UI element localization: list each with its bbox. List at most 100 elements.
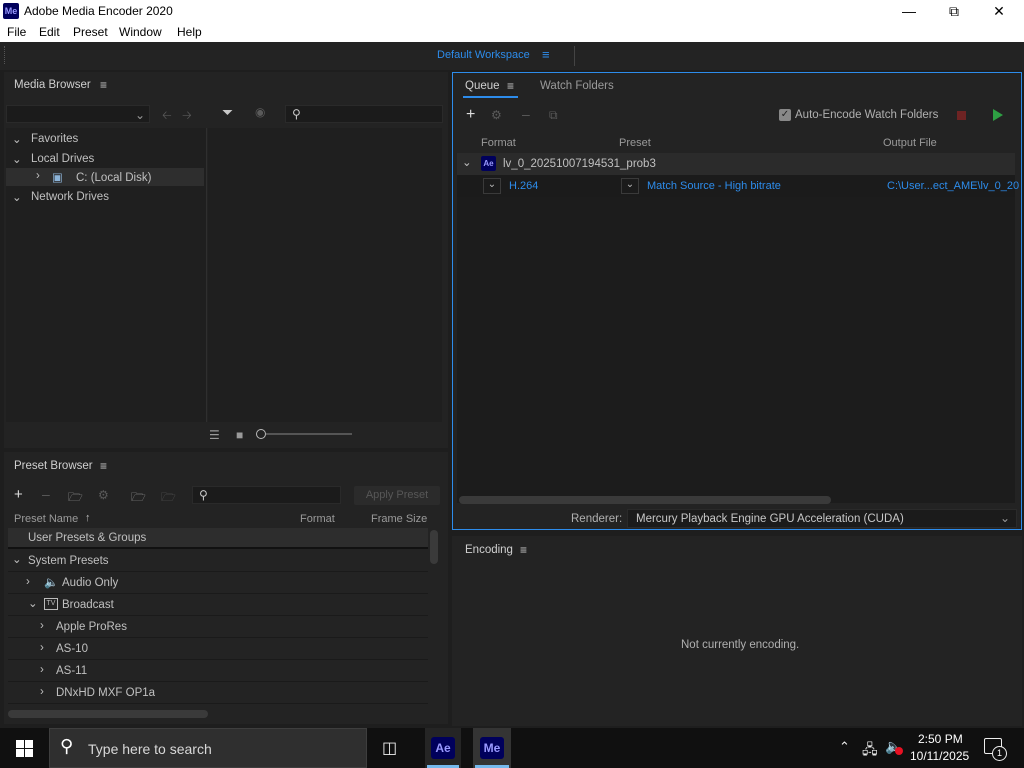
chevron-right-icon[interactable]: › xyxy=(36,170,40,182)
chevron-down-icon[interactable]: ⌄ xyxy=(28,596,38,610)
list-view-icon[interactable]: ☰ xyxy=(209,428,220,442)
media-content-area xyxy=(208,128,442,422)
clock-date[interactable]: 10/11/2025 xyxy=(910,749,969,763)
search-icon: ⚲ xyxy=(292,107,301,121)
queue-item-output-row[interactable]: ⌄ H.264 ⌄ Match Source - High bitrate C:… xyxy=(457,175,1019,197)
horizontal-scrollbar[interactable] xyxy=(8,710,208,718)
chevron-up-icon[interactable]: ⌃ xyxy=(839,739,850,755)
menu-help[interactable]: Help xyxy=(177,25,202,39)
remove-item-icon[interactable]: – xyxy=(522,106,530,122)
tree-favorites[interactable]: Favorites xyxy=(31,133,78,145)
preset-settings-icon[interactable]: ⚙ xyxy=(98,488,109,502)
tree-local-disk[interactable]: C: (Local Disk) xyxy=(76,172,151,184)
close-button[interactable]: ✕ xyxy=(976,0,1022,22)
output-file-value[interactable]: C:\User...ect_AME\lv_0_20 xyxy=(887,180,1019,192)
auto-encode-label: Auto-Encode Watch Folders xyxy=(795,109,939,121)
queue-settings-icon[interactable]: ⚙ xyxy=(491,108,502,122)
taskbar-after-effects-button[interactable]: Ae xyxy=(425,728,461,768)
encoding-menu-icon[interactable]: ≡ xyxy=(520,543,527,557)
network-icon[interactable]: 🖧 xyxy=(862,739,878,763)
add-preset-icon[interactable]: + xyxy=(14,486,23,503)
preset-row-user[interactable]: User Presets & Groups xyxy=(8,528,428,549)
drag-grip-icon xyxy=(4,46,6,64)
chevron-down-icon[interactable]: ⌄ xyxy=(12,132,22,146)
chevron-right-icon[interactable]: › xyxy=(40,664,44,676)
preset-row-dnxhd[interactable]: › DNxHD MXF OP1a xyxy=(8,682,428,704)
apple-prores-label: Apple ProRes xyxy=(56,621,127,633)
column-output-file[interactable]: Output File xyxy=(883,137,937,149)
chevron-right-icon[interactable]: › xyxy=(40,620,44,632)
chevron-down-icon[interactable]: ⌄ xyxy=(12,552,22,566)
apply-preset-button[interactable]: Apply Preset xyxy=(354,486,440,505)
filter-icon[interactable]: ⏷ xyxy=(222,104,233,121)
column-preset[interactable]: Preset xyxy=(619,137,651,149)
column-format[interactable]: Format xyxy=(481,137,516,149)
renderer-dropdown[interactable]: Mercury Playback Engine GPU Acceleration… xyxy=(627,509,1017,528)
minimize-button[interactable]: — xyxy=(886,0,932,22)
format-value[interactable]: H.264 xyxy=(509,180,538,192)
eye-icon[interactable]: ◉ xyxy=(255,105,265,119)
auto-encode-checkbox[interactable]: ✓ xyxy=(779,109,791,121)
menu-edit[interactable]: Edit xyxy=(39,25,60,39)
format-dropdown-chevron-icon[interactable]: ⌄ xyxy=(483,178,501,194)
taskbar-media-encoder-button[interactable]: Me xyxy=(473,728,511,768)
column-frame-size[interactable]: Frame Size xyxy=(371,513,427,525)
chevron-right-icon[interactable]: › xyxy=(26,576,30,588)
workspace-tab-default[interactable]: Default Workspace xyxy=(437,49,530,61)
icon-view-icon[interactable]: ■ xyxy=(236,428,243,442)
media-browser-menu-icon[interactable]: ≡ xyxy=(100,78,107,92)
menu-preset[interactable]: Preset xyxy=(73,25,108,39)
menu-file[interactable]: File xyxy=(7,25,26,39)
preset-row-as10[interactable]: › AS-10 xyxy=(8,638,428,660)
menu-window[interactable]: Window xyxy=(119,25,162,39)
preset-row-as11[interactable]: › AS-11 xyxy=(8,660,428,682)
queue-item-source-row[interactable]: ⌄ Ae lv_0_20251007194531_prob3 xyxy=(457,153,1015,175)
preset-value[interactable]: Match Source - High bitrate xyxy=(647,180,781,192)
windows-start-icon[interactable] xyxy=(16,740,33,757)
restore-button[interactable]: ⧉ xyxy=(931,0,977,22)
chevron-right-icon[interactable]: › xyxy=(40,642,44,654)
remove-preset-icon[interactable]: – xyxy=(42,486,50,502)
stop-icon[interactable] xyxy=(957,111,966,120)
path-dropdown[interactable]: ⌄ xyxy=(6,105,150,123)
divider xyxy=(574,46,575,66)
tab-queue[interactable]: Queue xyxy=(465,80,500,92)
column-preset-name[interactable]: Preset Name xyxy=(14,513,78,525)
zoom-slider-track[interactable] xyxy=(266,433,352,435)
tree-network-drives[interactable]: Network Drives xyxy=(31,191,109,203)
encoding-panel: Encoding ≡ Not currently encoding. xyxy=(452,536,1022,726)
back-arrow-icon[interactable]: 🡠 xyxy=(162,106,172,127)
vertical-scrollbar[interactable] xyxy=(430,530,438,564)
preset-row-system[interactable]: ⌄ System Presets xyxy=(8,550,428,572)
preset-row-audio-only[interactable]: › 🔈 Audio Only xyxy=(8,572,428,594)
new-group-icon[interactable]: 🗁 xyxy=(68,488,83,509)
chevron-right-icon[interactable]: › xyxy=(40,686,44,698)
task-view-icon[interactable]: ◫ xyxy=(382,738,397,758)
forward-arrow-icon[interactable]: 🡢 xyxy=(182,106,192,127)
duplicate-icon[interactable]: ⧉ xyxy=(549,108,558,123)
chevron-down-icon[interactable]: ⌄ xyxy=(12,152,22,166)
import-preset-icon[interactable]: 🗁 xyxy=(131,488,146,509)
preset-row-broadcast[interactable]: ⌄ TV Broadcast xyxy=(8,594,428,616)
preset-search-input[interactable]: ⚲ xyxy=(192,486,341,504)
media-browser-panel: Media Browser ≡ ⌄ 🡠 🡢 ⏷ ◉ ⚲ ⌄ Favorites … xyxy=(4,72,448,448)
tab-watch-folders[interactable]: Watch Folders xyxy=(540,80,614,92)
media-search-input[interactable]: ⚲ xyxy=(285,105,443,123)
add-source-icon[interactable]: + xyxy=(466,106,475,124)
queue-menu-icon[interactable]: ≡ xyxy=(507,79,514,93)
zoom-slider-handle[interactable] xyxy=(256,429,266,439)
preset-browser-menu-icon[interactable]: ≡ xyxy=(100,459,107,473)
start-queue-icon[interactable] xyxy=(993,109,1003,121)
taskbar-search-box[interactable]: ⚲ Type here to search xyxy=(49,728,367,768)
export-preset-icon[interactable]: 🗁 xyxy=(161,488,176,509)
horizontal-scrollbar[interactable] xyxy=(459,496,831,504)
tree-local-drives[interactable]: Local Drives xyxy=(31,153,94,165)
clock-time[interactable]: 2:50 PM xyxy=(918,732,963,746)
column-format[interactable]: Format xyxy=(300,513,335,525)
media-encoder-icon: Me xyxy=(480,737,504,759)
workspace-menu-icon[interactable]: ≡ xyxy=(542,47,550,62)
preset-dropdown-chevron-icon[interactable]: ⌄ xyxy=(621,178,639,194)
chevron-down-icon[interactable]: ⌄ xyxy=(462,155,472,169)
chevron-down-icon[interactable]: ⌄ xyxy=(12,190,22,204)
preset-row-apple-prores[interactable]: › Apple ProRes xyxy=(8,616,428,638)
